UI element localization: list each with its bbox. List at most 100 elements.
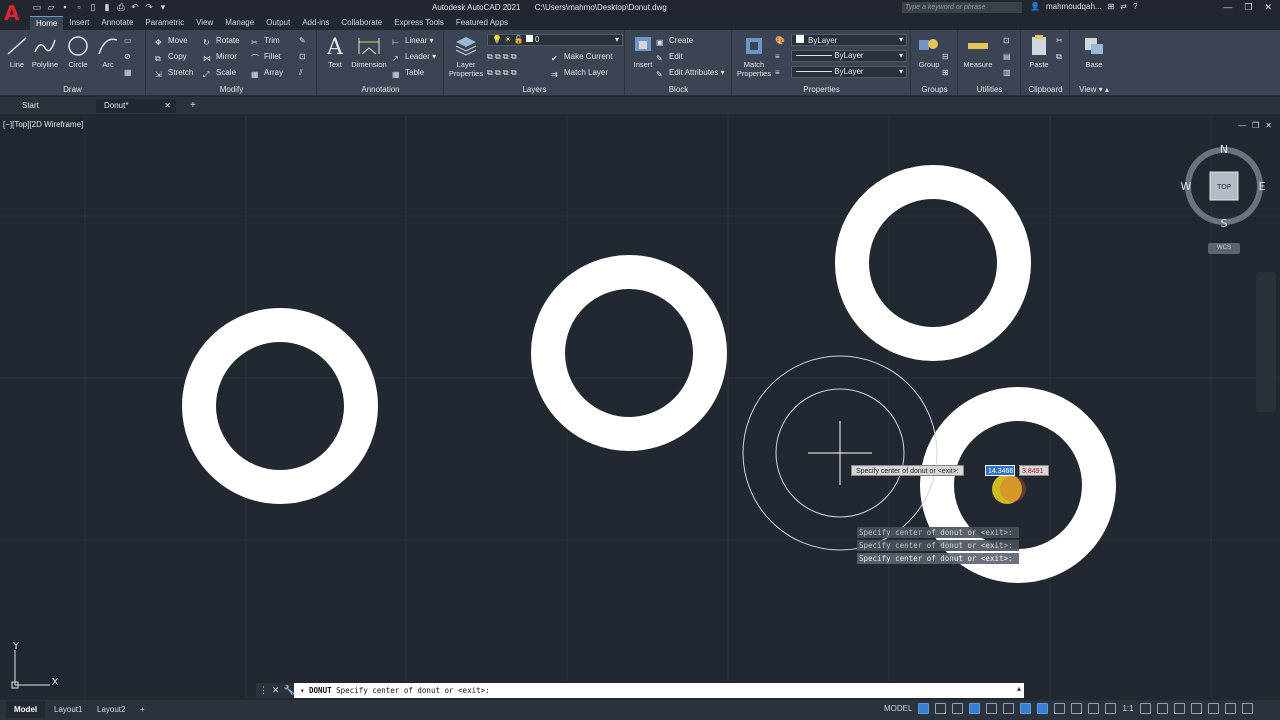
mirror-button[interactable]: ⋈ Mirror (203, 50, 237, 63)
hatch-icon[interactable]: ⊘ (124, 50, 131, 63)
annotation-visibility-icon[interactable] (1088, 703, 1100, 714)
ungroup-icon[interactable]: ⊟ (942, 50, 949, 63)
fillet-button[interactable]: ⌒ Fillet (251, 50, 281, 63)
clean-screen-icon[interactable] (1224, 703, 1236, 714)
search-input[interactable]: Type a keyword or phrase (902, 2, 1022, 13)
view-panel-title[interactable]: View ▾ ▴ (1071, 85, 1117, 94)
compass-s[interactable]: S (1221, 217, 1228, 230)
region-icon[interactable]: ▦ (124, 66, 132, 79)
erase-icon[interactable]: ✎ (299, 34, 306, 47)
layer-unisolate-icon[interactable]: ⧉ (487, 68, 493, 77)
doc-tab-donut[interactable]: Donut* ✕ (96, 99, 176, 113)
tab-layout1[interactable]: Layout1 (46, 701, 90, 718)
color-dropdown[interactable]: ByLayer ▾ (791, 34, 907, 46)
tab-express-tools[interactable]: Express Tools (388, 16, 450, 30)
autocad-logo-icon[interactable]: A (4, 1, 22, 25)
tab-view[interactable]: View (190, 16, 219, 30)
wcs-menu[interactable]: WCS (1208, 243, 1240, 254)
calculator-icon[interactable]: ▤ (1003, 50, 1011, 63)
isolate-objects-icon[interactable] (1207, 703, 1219, 714)
object-snap-icon[interactable] (1020, 703, 1032, 714)
compass-e[interactable]: E (1259, 180, 1266, 193)
layers-panel-title[interactable]: Layers (445, 85, 624, 94)
linetype-icon[interactable]: ≡ (775, 50, 780, 63)
properties-panel-title[interactable]: Properties (733, 85, 910, 94)
units-icon[interactable] (1173, 703, 1185, 714)
explode-icon[interactable]: ⊡ (299, 50, 306, 63)
groups-panel-title[interactable]: Groups (912, 85, 957, 94)
block-panel-title[interactable]: Block (626, 85, 731, 94)
move-button[interactable]: ✥ Move (155, 34, 188, 47)
viewcube-top-label[interactable]: TOP (1216, 183, 1231, 191)
linear-button[interactable]: ⊢ Linear ▾ (392, 34, 434, 47)
vp-close-icon[interactable]: ✕ (1265, 121, 1272, 130)
cut-icon[interactable]: ✂ (1056, 34, 1063, 47)
close-icon[interactable]: ✕ (1264, 2, 1272, 13)
quick-select-icon[interactable]: ⊡ (1003, 34, 1010, 47)
tab-featured-apps[interactable]: Featured Apps (450, 16, 514, 30)
command-input[interactable]: ▾ DONUT Specify center of donut or <exit… (296, 683, 1016, 698)
isodraft-toggle-icon[interactable] (986, 703, 998, 714)
color-wheel-icon[interactable]: 🎨 (775, 34, 785, 47)
ortho-toggle-icon[interactable] (952, 703, 964, 714)
save-icon[interactable]: ▪ (60, 2, 70, 12)
plot-icon[interactable]: ⎙ (116, 2, 126, 12)
connect-icon[interactable]: ⇄ (1120, 2, 1127, 11)
base-button[interactable]: Base (1077, 34, 1111, 69)
layer-off-icon[interactable]: ⧉ (495, 52, 501, 61)
leader-button[interactable]: ↗ Leader ▾ (392, 50, 436, 63)
create-block-button[interactable]: ▣ Create (656, 34, 693, 47)
compass-n[interactable]: N (1220, 143, 1228, 156)
add-layout-icon[interactable]: + (132, 701, 153, 718)
donut-3[interactable] (835, 165, 1031, 361)
polar-toggle-icon[interactable] (969, 703, 981, 714)
transparency-toggle-icon[interactable] (1054, 703, 1066, 714)
cart-icon[interactable]: ⊞ (1108, 2, 1115, 11)
minimize-icon[interactable]: — (1223, 2, 1232, 13)
layer-freeze-icon[interactable]: ⧉ (503, 52, 509, 61)
compass-w[interactable]: W (1181, 180, 1192, 193)
auto-scale-icon[interactable] (1105, 703, 1117, 714)
redo-icon[interactable]: ↷ (144, 2, 154, 12)
model-space-label[interactable]: MODEL (884, 704, 912, 713)
donut-2[interactable] (531, 255, 727, 451)
dynamic-input-y[interactable]: 3.8491 (1019, 465, 1049, 476)
vp-minimize-icon[interactable]: — (1238, 121, 1246, 130)
layer-lock-tool-icon[interactable]: ⧉ (511, 52, 517, 61)
insert-button[interactable]: Insert (626, 34, 660, 69)
dimension-button[interactable]: Dimension (350, 34, 388, 69)
lineweight-toggle-icon[interactable] (1037, 703, 1049, 714)
tab-collaborate[interactable]: Collaborate (335, 16, 388, 30)
edit-block-button[interactable]: ✎ Edit (656, 50, 683, 63)
make-current-button[interactable]: ✔ Make Current (551, 50, 612, 63)
circle-button[interactable]: Circle (61, 34, 95, 69)
linetype-dropdown[interactable]: ByLayer ▾ (791, 50, 907, 62)
rectangle-icon[interactable]: ▭ (124, 34, 132, 47)
navigation-bar[interactable] (1256, 272, 1276, 412)
help-icon[interactable]: ? (1133, 2, 1137, 11)
tab-parametric[interactable]: Parametric (139, 16, 190, 30)
measure-button[interactable]: Measure (961, 34, 995, 69)
new-tab-icon[interactable]: + (182, 99, 204, 113)
polyline-button[interactable]: Polyline (28, 34, 62, 69)
qat-dropdown-icon[interactable]: ▾ (158, 2, 168, 12)
match-layer-button[interactable]: ⇉ Match Layer (551, 66, 608, 79)
paste-button[interactable]: Paste (1022, 34, 1056, 69)
user-name[interactable]: mahmoudqah... (1046, 2, 1102, 11)
tab-model[interactable]: Model (6, 701, 46, 718)
grid-toggle-icon[interactable] (918, 703, 930, 714)
close-cmdline-icon[interactable]: ✕ (272, 685, 280, 696)
array-button[interactable]: ▦ Array (251, 66, 283, 79)
annotation-panel-title[interactable]: Annotation (318, 85, 443, 94)
lineweight-dropdown[interactable]: ByLayer ▾ (791, 66, 907, 78)
clipboard-panel-title[interactable]: Clipboard (1022, 85, 1069, 94)
snap-toggle-icon[interactable] (935, 703, 947, 714)
cmd-dropdown-icon[interactable]: ▾ (300, 686, 305, 695)
viewcube[interactable]: TOP N S W E (1180, 140, 1270, 230)
edit-attributes-button[interactable]: ✎ Edit Attributes ▾ (656, 66, 725, 79)
close-tab-icon[interactable]: ✕ (164, 99, 171, 113)
annotation-monitor-icon[interactable] (1156, 703, 1168, 714)
trim-button[interactable]: ✂ Trim (251, 34, 280, 47)
copy-clip-icon[interactable]: ⧉ (1056, 50, 1062, 63)
user-icon[interactable]: 👤 (1030, 2, 1040, 11)
